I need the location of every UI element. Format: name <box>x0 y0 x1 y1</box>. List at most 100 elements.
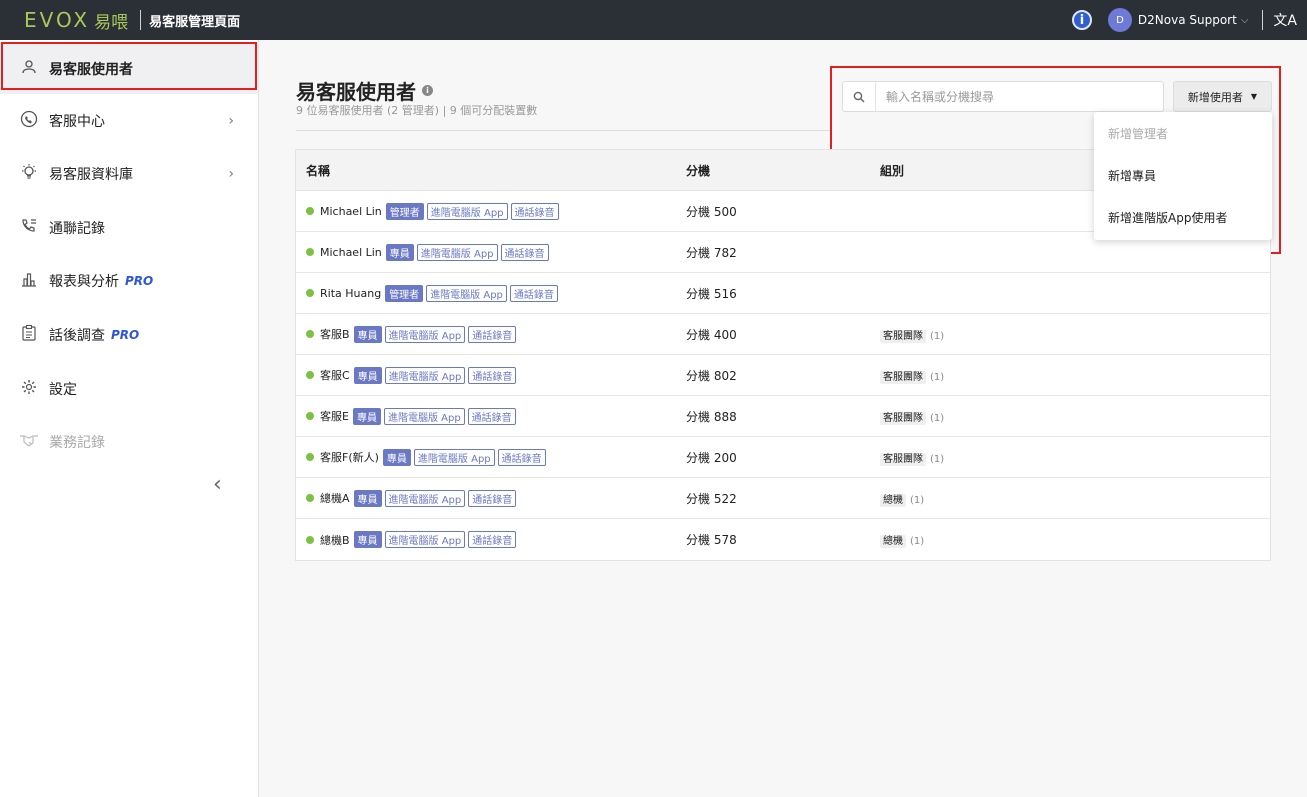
add-user-dropdown: 新增管理者 新增專員 新增進階版App使用者 <box>1094 112 1272 240</box>
sidebar-item-survey[interactable]: 話後調查 PRO <box>0 310 258 360</box>
group-tag: 客服團隊 <box>880 411 926 425</box>
online-status-dot <box>306 371 314 379</box>
cell-extension: 分機 516 <box>686 285 880 302</box>
sidebar-item-knowledge-base[interactable]: 易客服資料庫 › <box>0 149 258 199</box>
sidebar-item-label: 易客服資料庫 <box>49 167 133 183</box>
collapse-sidebar-icon[interactable]: ‹ <box>213 472 222 497</box>
add-user-label: 新增使用者 <box>1187 90 1243 104</box>
search-box[interactable] <box>842 81 1164 112</box>
table-row[interactable]: 總機A 專員 進階電腦版 App 通話錄音 分機 522 總機 (1) <box>296 478 1270 519</box>
role-badge: 專員 <box>353 489 382 507</box>
sidebar-item-label: 業務記錄 <box>49 435 105 451</box>
sidebar-item-call-center[interactable]: 客服中心 › <box>0 96 258 146</box>
feature-tag: 通話錄音 <box>497 448 546 466</box>
divider <box>296 130 832 131</box>
role-badge: 專員 <box>382 448 411 466</box>
cell-group: 客服團隊 (1) <box>880 409 1270 425</box>
info-icon[interactable]: i <box>1071 10 1092 30</box>
feature-tag: 通話錄音 <box>468 325 517 343</box>
column-header-name[interactable]: 名稱 <box>296 162 686 179</box>
online-status-dot <box>306 207 314 215</box>
feature-tag: 進階電腦版 App <box>384 489 466 507</box>
user-name[interactable]: 總機B <box>320 532 350 548</box>
gear-icon <box>18 378 40 400</box>
dropdown-item-add-app-user[interactable]: 新增進階版App使用者 <box>1094 196 1272 238</box>
user-name[interactable]: 總機A <box>320 490 350 506</box>
chevron-right-icon: › <box>228 166 234 182</box>
user-name[interactable]: Michael Lin <box>320 205 382 218</box>
feature-tag: 通話錄音 <box>510 202 559 220</box>
cell-name: 客服E 專員 進階電腦版 App 通話錄音 <box>296 407 686 425</box>
group-tag: 客服團隊 <box>880 370 926 384</box>
table-row[interactable]: 客服C 專員 進階電腦版 App 通話錄音 分機 802 客服團隊 (1) <box>296 355 1270 396</box>
page-title: 易客服使用者 i <box>296 76 433 105</box>
extension-value: 分機 782 <box>686 245 737 260</box>
table-row[interactable]: 客服F(新人) 專員 進階電腦版 App 通話錄音 分機 200 客服團隊 (1) <box>296 437 1270 478</box>
cell-extension: 分機 200 <box>686 449 880 466</box>
cell-group: 客服團隊 (1) <box>880 368 1270 384</box>
feature-tag: 進階電腦版 App <box>416 243 498 261</box>
add-user-button[interactable]: 新增使用者 ▼ <box>1173 81 1272 112</box>
cell-extension: 分機 782 <box>686 244 880 261</box>
group-tag: 客服團隊 <box>880 452 926 466</box>
chevron-right-icon: › <box>228 113 234 129</box>
table-row[interactable]: 客服E 專員 進階電腦版 App 通話錄音 分機 888 客服團隊 (1) <box>296 396 1270 437</box>
role-badge: 專員 <box>353 531 382 548</box>
dropdown-item-add-admin[interactable]: 新增管理者 <box>1094 112 1272 154</box>
online-status-dot <box>306 453 314 461</box>
role-badge: 專員 <box>353 325 382 343</box>
user-name[interactable]: 客服C <box>320 367 350 383</box>
cell-extension: 分機 802 <box>686 367 880 384</box>
user-name[interactable]: 客服B <box>320 326 350 342</box>
evox-logo[interactable]: EVOX 易喂 <box>24 8 128 33</box>
sidebar-item-users[interactable]: 易客服使用者 <box>0 44 258 94</box>
sidebar-item-call-log[interactable]: 通聯記錄 <box>0 203 258 253</box>
cell-name: 總機A 專員 進階電腦版 App 通話錄音 <box>296 489 686 507</box>
top-bar: EVOX 易喂 易客服管理頁面 i D D2Nova Support ⌵ 文A <box>0 0 1307 40</box>
chevron-down-icon[interactable]: ⌵ <box>1241 15 1249 26</box>
sidebar-item-business-log[interactable]: 業務記錄 <box>0 417 258 467</box>
user-menu-name[interactable]: D2Nova Support <box>1138 13 1237 27</box>
cell-group: 總機 (1) <box>880 491 1270 507</box>
user-name[interactable]: 客服E <box>320 408 349 424</box>
avatar[interactable]: D <box>1107 8 1132 32</box>
handshake-icon <box>18 432 40 452</box>
extension-value: 分機 200 <box>686 450 737 465</box>
cell-name: 總機B 專員 進階電腦版 App 通話錄音 <box>296 531 686 548</box>
role-badge: 專員 <box>352 407 381 425</box>
group-count: (1) <box>930 330 945 342</box>
extension-value: 分機 578 <box>686 533 737 547</box>
table-row[interactable]: Rita Huang 管理者 進階電腦版 App 通話錄音 分機 516 <box>296 273 1270 314</box>
page-title-text: 易客服使用者 <box>296 80 416 104</box>
column-header-extension[interactable]: 分機 <box>686 162 880 179</box>
cell-group: 客服團隊 (1) <box>880 327 1270 343</box>
user-name[interactable]: Rita Huang <box>320 287 381 300</box>
caret-down-icon: ▼ <box>1250 92 1258 101</box>
sidebar-item-label: 設定 <box>49 382 77 398</box>
translate-icon[interactable]: 文A <box>1273 10 1297 30</box>
sidebar-item-label: 報表與分析 <box>49 274 119 290</box>
search-input[interactable] <box>876 89 1156 104</box>
group-count: (1) <box>930 371 945 383</box>
role-badge: 管理者 <box>385 202 424 220</box>
feature-tag: 進階電腦版 App <box>384 531 466 548</box>
cell-name: Rita Huang 管理者 進階電腦版 App 通話錄音 <box>296 284 686 302</box>
info-icon[interactable]: i <box>422 85 433 96</box>
cell-name: 客服B 專員 進階電腦版 App 通話錄音 <box>296 325 686 343</box>
call-log-icon <box>18 217 40 239</box>
group-tag: 客服團隊 <box>880 329 926 343</box>
user-name[interactable]: 客服F(新人) <box>320 449 379 465</box>
extension-value: 分機 500 <box>686 204 737 219</box>
feature-tag: 進階電腦版 App <box>384 366 466 384</box>
online-status-dot <box>306 535 314 544</box>
group-count: (1) <box>910 536 925 547</box>
user-name[interactable]: Michael Lin <box>320 246 382 259</box>
dropdown-item-add-agent[interactable]: 新增專員 <box>1094 154 1272 196</box>
sidebar-item-settings[interactable]: 設定 <box>0 364 258 414</box>
table-row[interactable]: 客服B 專員 進階電腦版 App 通話錄音 分機 400 客服團隊 (1) <box>296 314 1270 355</box>
table-row[interactable]: 總機B 專員 進階電腦版 App 通話錄音 分機 578 總機 (1) <box>296 519 1270 560</box>
page-subtitle: 9 位易客服使用者 (2 管理者) | 9 個可分配裝置數 <box>296 104 538 117</box>
sidebar-item-reports[interactable]: 報表與分析 PRO <box>0 256 258 306</box>
cell-extension: 分機 578 <box>686 531 880 548</box>
cell-extension: 分機 500 <box>686 203 880 220</box>
